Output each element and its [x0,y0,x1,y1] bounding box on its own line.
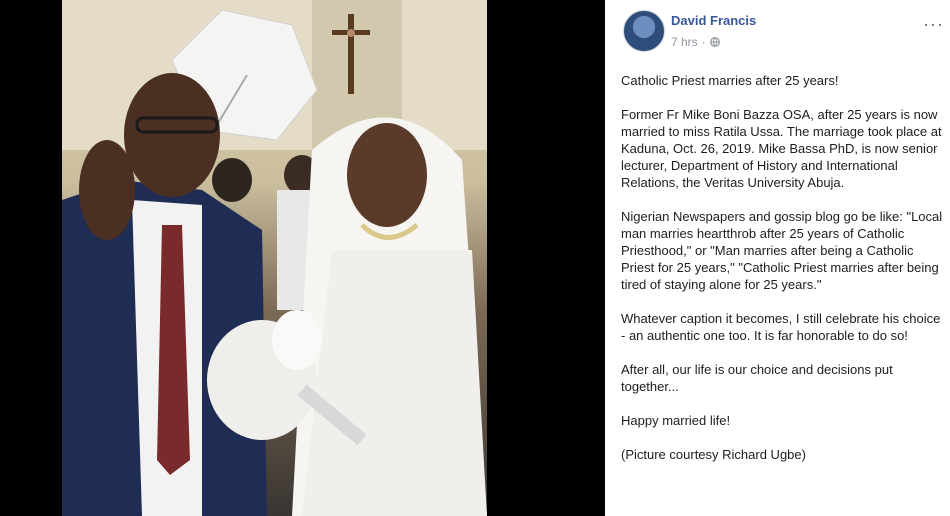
photo-viewer [0,0,605,516]
post-paragraph: Whatever caption it becomes, I still cel… [621,311,941,343]
author-name-link[interactable]: David Francis [671,13,756,28]
post-panel: David Francis 7 hrs · ··· Catholic Pries… [605,0,950,516]
meta-separator: · [701,35,706,49]
post-meta: 7 hrs · [671,35,720,49]
globe-icon[interactable] [709,37,720,47]
post-paragraph: Happy married life! [621,413,731,428]
post-paragraph: Catholic Priest marries after 25 years! [621,73,839,88]
post-timestamp[interactable]: 7 hrs [671,35,698,49]
post-paragraph: (Picture courtesy Richard Ugbe) [621,447,806,462]
more-options-icon[interactable]: ··· [923,14,944,35]
post-body: Catholic Priest marries after 25 years! … [621,72,943,480]
post-paragraph: Nigerian Newspapers and gossip blog go b… [621,209,943,292]
post-paragraph: After all, our life is our choice and de… [621,362,893,394]
wedding-photo[interactable] [62,0,487,516]
author-avatar[interactable] [623,10,665,52]
post-paragraph: Former Fr Mike Boni Bazza OSA, after 25 … [621,107,942,190]
photo-illustration [62,0,487,516]
